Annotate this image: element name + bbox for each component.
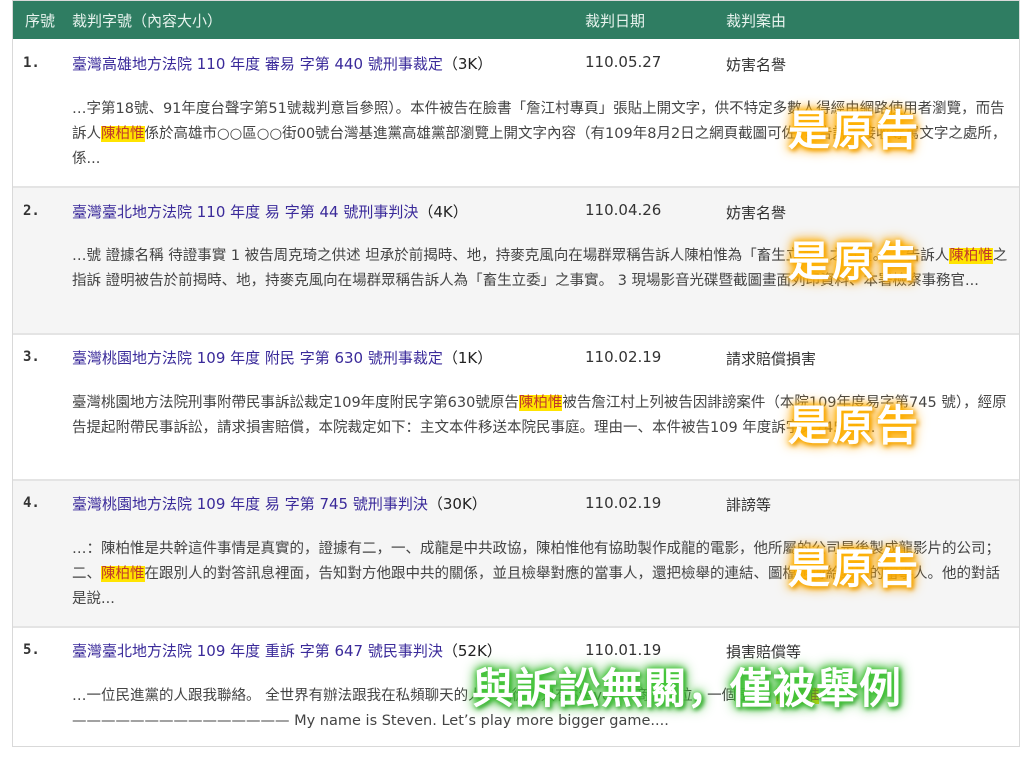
case-link[interactable]: 臺灣臺北地方法院 109 年度 重訴 字第 647 號民事判決	[72, 642, 443, 660]
unrelated-stamp: 與訴訟無關，僅被舉例	[472, 664, 903, 713]
header-date: 裁判日期	[585, 12, 646, 30]
plaintiff-stamp: 是原告	[788, 106, 921, 155]
judgment-date: 110.02.19	[585, 348, 662, 366]
name-highlight: 陳柏惟	[101, 126, 145, 142]
row-index: 2.	[23, 203, 40, 219]
judgment-date: 110.04.26	[585, 201, 662, 219]
table-header: 序號 裁判字號（內容大小） 裁判日期 裁判案由	[13, 1, 1019, 39]
judgment-cause: 妨害名譽	[726, 204, 787, 222]
row-index: 1.	[23, 55, 40, 71]
header-cause: 裁判案由	[726, 12, 787, 30]
case-title: 臺灣臺北地方法院 110 年度 易 字第 44 號刑事判決（4K）	[72, 201, 468, 222]
judgment-cause: 誹謗等	[726, 496, 772, 514]
case-title: 臺灣高雄地方法院 110 年度 審易 字第 440 號刑事裁定（3K）	[72, 53, 492, 74]
name-highlight: 陳柏惟	[949, 248, 993, 264]
plaintiff-stamp: 是原告	[788, 237, 921, 286]
case-size: （3K）	[442, 55, 493, 73]
case-size: （30K）	[427, 495, 487, 513]
case-size: （1K）	[442, 349, 493, 367]
case-link[interactable]: 臺灣高雄地方法院 110 年度 審易 字第 440 號刑事裁定	[72, 55, 443, 73]
case-title: 臺灣桃園地方法院 109 年度 附民 字第 630 號刑事裁定（1K）	[72, 347, 492, 368]
header-case: 裁判字號（內容大小）	[72, 12, 223, 30]
row-index: 4.	[23, 495, 40, 511]
header-index: 序號	[25, 12, 56, 30]
case-title: 臺灣臺北地方法院 109 年度 重訴 字第 647 號民事判決（52K）	[72, 640, 502, 661]
row-index: 5.	[23, 642, 40, 658]
plaintiff-stamp: 是原告	[788, 544, 921, 593]
case-link[interactable]: 臺灣桃園地方法院 109 年度 附民 字第 630 號刑事裁定	[72, 349, 443, 367]
judgment-cause: 妨害名譽	[726, 56, 787, 74]
case-title: 臺灣桃園地方法院 109 年度 易 字第 745 號刑事判決（30K）	[72, 493, 487, 514]
plaintiff-stamp: 是原告	[788, 401, 921, 450]
name-highlight: 陳柏惟	[101, 566, 145, 582]
case-link[interactable]: 臺灣臺北地方法院 110 年度 易 字第 44 號刑事判決	[72, 203, 418, 221]
case-size: （4K）	[418, 203, 468, 221]
case-link[interactable]: 臺灣桃園地方法院 109 年度 易 字第 745 號刑事判決	[72, 495, 428, 513]
judgment-date: 110.02.19	[585, 494, 662, 512]
judgment-cause: 請求賠償損害	[726, 350, 817, 368]
name-highlight: 陳柏惟	[518, 395, 563, 411]
row-index: 3.	[23, 349, 40, 365]
judgment-date: 110.05.27	[585, 53, 662, 71]
